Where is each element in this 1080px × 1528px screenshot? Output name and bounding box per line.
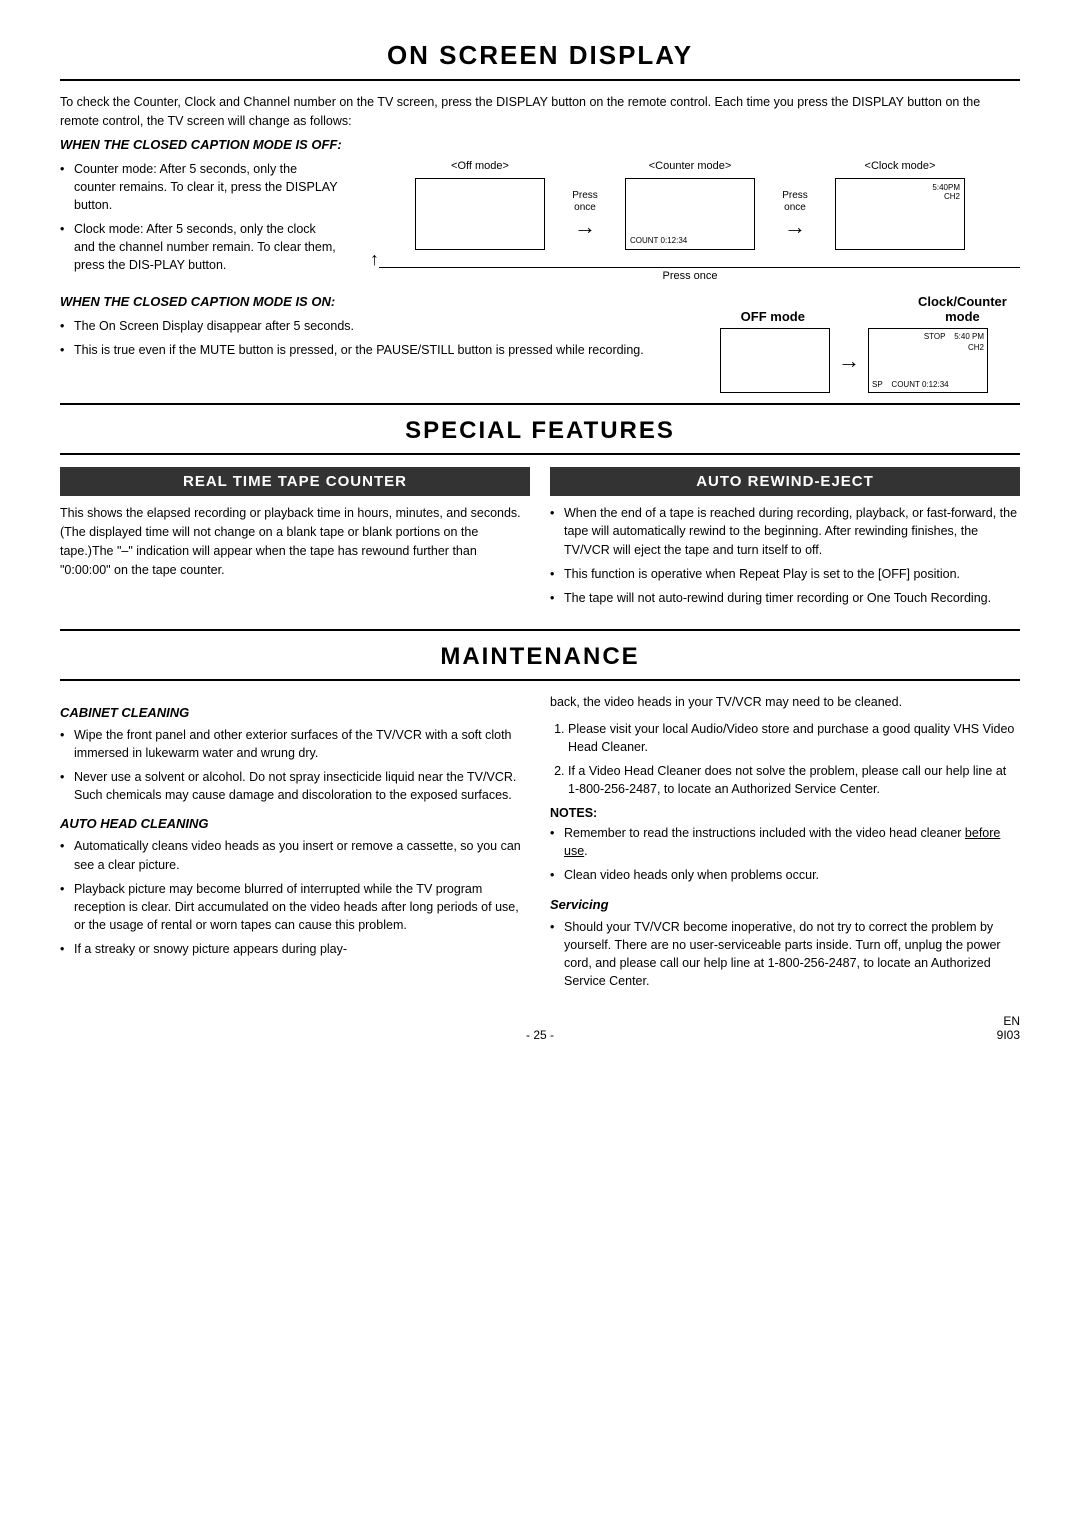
when-off-diagram: <Off mode> <Counter mode> <Clock mode> P… bbox=[360, 160, 1020, 285]
footer-code: EN 9I03 bbox=[997, 1014, 1020, 1042]
footer-en: EN bbox=[1003, 1014, 1020, 1028]
intro-paragraph: To check the Counter, Clock and Channel … bbox=[60, 93, 1020, 131]
cc-bullet-2: This is true even if the MUTE button is … bbox=[60, 341, 700, 359]
arrow-right-2: → bbox=[784, 216, 806, 238]
cabinet-bullets: Wipe the front panel and other exterior … bbox=[60, 726, 530, 805]
notes-label: NOTES: bbox=[550, 806, 1020, 820]
when-on-heading: WHEN THE CLOSED CAPTION MODE IS ON: bbox=[60, 294, 700, 309]
servicing-bullet-1: Should your TV/VCR become inoperative, d… bbox=[550, 918, 1020, 991]
special-features-divider bbox=[60, 403, 1020, 405]
note-bullet-2: Clean video heads only when problems occ… bbox=[550, 866, 1020, 884]
auto-head-heading: AUTO HEAD CLEANING bbox=[60, 816, 530, 831]
clock-counter-box: STOP 5:40 PM CH2 SP COUNT 0:12:34 bbox=[868, 328, 988, 393]
maintenance-title: Maintenance bbox=[60, 643, 1020, 671]
auto-head-bullet-1: Automatically cleans video heads as you … bbox=[60, 837, 530, 873]
cc-on-left: WHEN THE CLOSED CAPTION MODE IS ON: The … bbox=[60, 294, 700, 369]
off-mode-cc-label: OFF mode bbox=[741, 309, 805, 324]
auto-head-bullet-3: If a streaky or snowy picture appears du… bbox=[60, 940, 530, 958]
footer-code-num: 9I03 bbox=[997, 1028, 1020, 1042]
page-title: On Screen Display bbox=[60, 40, 1020, 71]
auto-rewind-bullet-2: This function is operative when Repeat P… bbox=[550, 565, 1020, 583]
tape-counter-heading: Real Time Tape Counter bbox=[60, 467, 530, 496]
tape-counter-col: Real Time Tape Counter This shows the el… bbox=[60, 467, 530, 617]
clock-top: 5:40PMCH2 bbox=[932, 183, 960, 202]
cabinet-bullet-2: Never use a solvent or alcohol. Do not s… bbox=[60, 768, 530, 804]
note-bullet-1: Remember to read the instructions includ… bbox=[550, 824, 1020, 860]
sp-count-label: SP COUNT 0:12:34 bbox=[872, 380, 949, 389]
press-once-2-label: Pressonce bbox=[782, 190, 808, 214]
numbered-item-2: If a Video Head Cleaner does not solve t… bbox=[568, 762, 1020, 798]
maintenance-divider2 bbox=[60, 679, 1020, 681]
maintenance-divider bbox=[60, 629, 1020, 631]
numbered-item-1: Please visit your local Audio/Video stor… bbox=[568, 720, 1020, 756]
clock-mode-label: <Clock mode> bbox=[865, 160, 936, 172]
auto-rewind-bullet-3: The tape will not auto-rewind during tim… bbox=[550, 589, 1020, 607]
special-features-divider2 bbox=[60, 453, 1020, 455]
when-off-section: Counter mode: After 5 seconds, only the … bbox=[60, 160, 1020, 285]
off-bullet-2: Clock mode: After 5 seconds, only the cl… bbox=[60, 220, 340, 274]
counter-mode-label: <Counter mode> bbox=[649, 160, 732, 172]
cc-on-diagram: OFF mode Clock/Counter mode → STOP 5:40 … bbox=[720, 294, 1020, 393]
features-grid: Real Time Tape Counter This shows the el… bbox=[60, 467, 1020, 617]
cc-arrow-right: → bbox=[838, 348, 860, 374]
off-bullet-1: Counter mode: After 5 seconds, only the … bbox=[60, 160, 340, 214]
notes-bullets: Remember to read the instructions includ… bbox=[550, 824, 1020, 884]
auto-rewind-heading: Auto Rewind-Eject bbox=[550, 467, 1020, 496]
auto-head-bullets: Automatically cleans video heads as you … bbox=[60, 837, 530, 958]
maint-right: back, the video heads in your TV/VCR may… bbox=[550, 693, 1020, 1000]
when-off-heading: WHEN THE CLOSED CAPTION MODE IS OFF: bbox=[60, 137, 1020, 152]
cc-bullet-1: The On Screen Display disappear after 5 … bbox=[60, 317, 700, 335]
clock-mode-box: 5:40PMCH2 bbox=[835, 178, 965, 250]
press-once-3-label: Press once bbox=[360, 270, 1020, 282]
auto-rewind-bullets: When the end of a tape is reached during… bbox=[550, 504, 1020, 607]
maintenance-grid: CABINET CLEANING Wipe the front panel an… bbox=[60, 693, 1020, 1000]
press-once-1-label: Pressonce bbox=[572, 190, 598, 214]
title-divider bbox=[60, 79, 1020, 81]
arrow-right-1: → bbox=[574, 216, 596, 238]
right-col-text: back, the video heads in your TV/VCR may… bbox=[550, 693, 1020, 712]
auto-rewind-col: Auto Rewind-Eject When the end of a tape… bbox=[550, 467, 1020, 617]
maint-left: CABINET CLEANING Wipe the front panel an… bbox=[60, 693, 530, 1000]
footer-page: - 25 - bbox=[526, 1028, 554, 1042]
cc-on-bullets: The On Screen Display disappear after 5 … bbox=[60, 317, 700, 359]
servicing-heading: Servicing bbox=[550, 897, 1020, 912]
auto-rewind-bullet-1: When the end of a tape is reached during… bbox=[550, 504, 1020, 558]
count-label: COUNT 0:12:34 bbox=[630, 236, 687, 245]
tape-counter-text: This shows the elapsed recording or play… bbox=[60, 504, 530, 579]
cabinet-cleaning-heading: CABINET CLEANING bbox=[60, 705, 530, 720]
arrow-up: ↑ bbox=[370, 250, 379, 268]
off-mode-box bbox=[415, 178, 545, 250]
cabinet-bullet-1: Wipe the front panel and other exterior … bbox=[60, 726, 530, 762]
off-mode-cc-box bbox=[720, 328, 830, 393]
when-on-section: WHEN THE CLOSED CAPTION MODE IS ON: The … bbox=[60, 294, 1020, 393]
special-features-title: Special Features bbox=[60, 417, 1020, 445]
counter-mode-box: COUNT 0:12:34 bbox=[625, 178, 755, 250]
footer: - 25 - EN 9I03 bbox=[60, 1020, 1020, 1042]
clock-counter-label: Clock/Counter mode bbox=[918, 294, 1007, 324]
servicing-bullets: Should your TV/VCR become inoperative, d… bbox=[550, 918, 1020, 991]
off-mode-bullets: Counter mode: After 5 seconds, only the … bbox=[60, 160, 340, 275]
stop-label: STOP 5:40 PM CH2 bbox=[924, 332, 984, 353]
auto-head-bullet-2: Playback picture may become blurred of i… bbox=[60, 880, 530, 934]
when-off-left: Counter mode: After 5 seconds, only the … bbox=[60, 160, 340, 285]
off-mode-label: <Off mode> bbox=[451, 160, 509, 172]
